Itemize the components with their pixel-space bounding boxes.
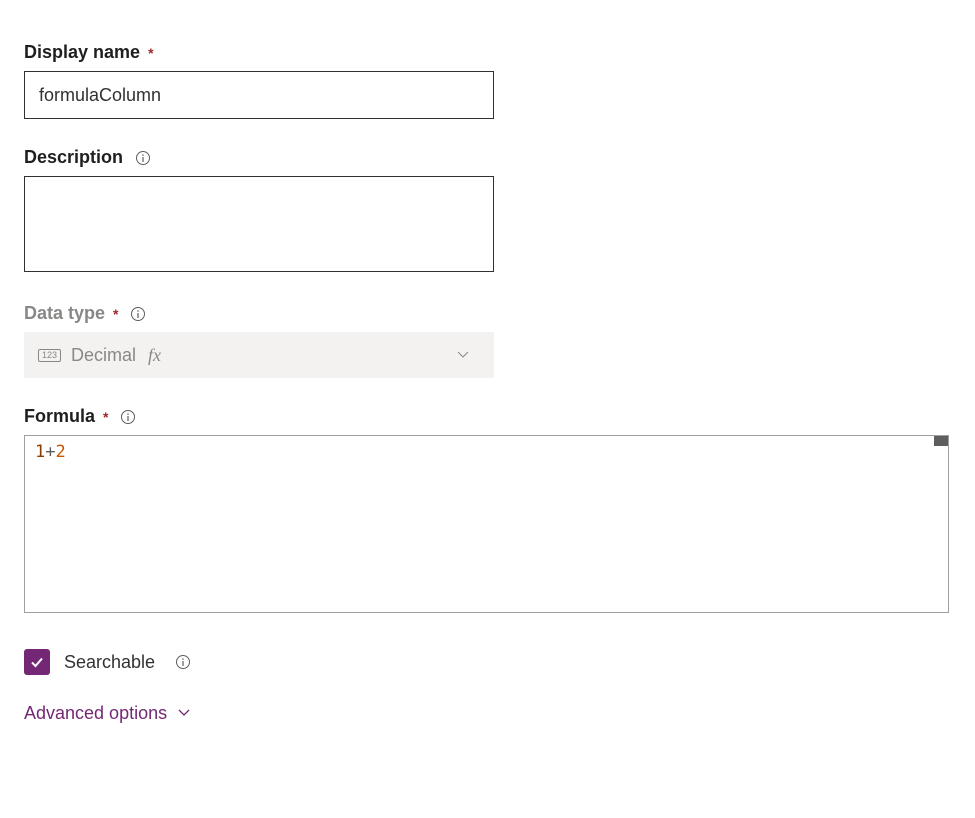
fx-icon: fx <box>148 345 161 366</box>
description-label: Description <box>24 147 123 168</box>
data-type-dropdown[interactable]: 123 Decimal fx <box>24 332 494 378</box>
required-asterisk: * <box>103 409 108 425</box>
required-asterisk: * <box>148 45 153 61</box>
info-icon[interactable] <box>130 306 146 322</box>
info-icon[interactable] <box>135 150 151 166</box>
display-name-field: Display name * <box>24 42 951 119</box>
chevron-down-icon <box>177 705 191 722</box>
chevron-down-icon <box>456 345 470 366</box>
required-asterisk: * <box>113 306 118 322</box>
info-icon[interactable] <box>175 654 191 670</box>
searchable-checkbox[interactable] <box>24 649 50 675</box>
formula-label: Formula <box>24 406 95 427</box>
searchable-label: Searchable <box>64 652 155 673</box>
number-icon: 123 <box>38 349 61 362</box>
data-type-selected: Decimal <box>71 345 136 366</box>
info-icon[interactable] <box>120 409 136 425</box>
formula-label-row: Formula * <box>24 406 951 427</box>
display-name-label: Display name <box>24 42 140 63</box>
display-name-label-row: Display name * <box>24 42 951 63</box>
advanced-options-toggle[interactable]: Advanced options <box>24 703 951 724</box>
description-label-row: Description <box>24 147 951 168</box>
searchable-row: Searchable <box>24 649 951 675</box>
description-field: Description <box>24 147 951 275</box>
formula-literal: 2 <box>56 442 66 462</box>
formula-literal: 1 <box>35 442 45 462</box>
formula-operator: + <box>45 442 55 462</box>
scrollbar-thumb[interactable] <box>934 436 948 446</box>
formula-field: Formula * 1+2 <box>24 406 951 613</box>
data-type-label-row: Data type * <box>24 303 951 324</box>
data-type-label: Data type <box>24 303 105 324</box>
display-name-input[interactable] <box>24 71 494 119</box>
advanced-options-label: Advanced options <box>24 703 167 724</box>
description-input[interactable] <box>24 176 494 272</box>
formula-editor[interactable]: 1+2 <box>24 435 949 613</box>
data-type-field: Data type * 123 Decimal fx <box>24 303 951 378</box>
